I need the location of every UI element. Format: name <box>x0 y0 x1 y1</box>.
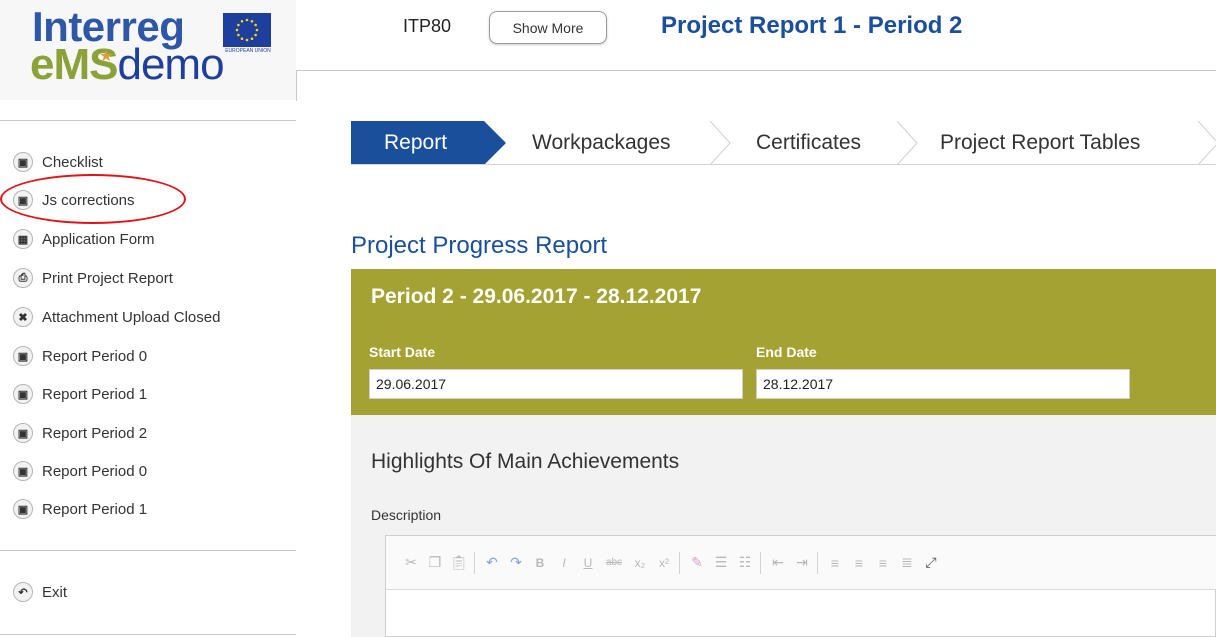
cut-icon[interactable]: ✂ <box>402 552 420 574</box>
redo-icon[interactable]: ↷ <box>507 552 525 574</box>
italic-icon[interactable]: I <box>555 552 573 574</box>
tab-report-arrow <box>484 121 506 165</box>
strikethrough-icon[interactable]: abc <box>603 552 625 574</box>
tab-report[interactable]: Report <box>351 121 484 165</box>
bold-icon[interactable]: B <box>531 552 549 574</box>
chevron-right-icon <box>896 121 918 165</box>
undo-icon[interactable]: ↶ <box>483 552 501 574</box>
page-title: Project Report 1 - Period 2 <box>661 12 963 39</box>
toolbar-separator <box>679 551 680 574</box>
highlights-title: Highlights Of Main Achievements <box>371 450 680 473</box>
tab-workpackages[interactable]: Workpackages <box>532 121 671 165</box>
sidebar-item-checklist[interactable]: ▣ Checklist <box>13 148 103 176</box>
chevron-right-icon <box>1197 121 1216 165</box>
document-icon: ▣ <box>13 152 33 172</box>
maximize-icon[interactable]: ⤢ <box>922 552 940 574</box>
briefcase-icon: ▦ <box>13 229 33 249</box>
sidebar-item-application-form[interactable]: ▦ Application Form <box>13 225 155 253</box>
document-icon: ▣ <box>13 346 33 366</box>
undo-icon: ↶ <box>13 582 33 602</box>
sidebar-item-report-period-0[interactable]: ▣ Report Period 0 <box>13 342 147 370</box>
bulleted-list-icon[interactable]: ☷ <box>736 552 754 574</box>
align-left-icon[interactable]: ≡ <box>826 552 844 574</box>
tabs-bottom-border <box>351 164 1216 165</box>
end-date-field[interactable] <box>756 369 1130 399</box>
outdent-icon[interactable]: ⇤ <box>769 552 787 574</box>
document-icon: ▣ <box>13 499 33 519</box>
justify-icon[interactable]: ≣ <box>898 552 916 574</box>
section-title: Project Progress Report <box>351 232 608 259</box>
copy-icon[interactable]: ❐ <box>426 552 444 574</box>
description-label: Description <box>371 507 442 523</box>
sidebar-item-attachment-upload-closed[interactable]: ✖ Attachment Upload Closed <box>13 303 220 331</box>
indent-icon[interactable]: ⇥ <box>793 552 811 574</box>
eu-caption: EUROPEAN UNION <box>225 48 271 54</box>
underline-icon[interactable]: U <box>579 552 597 574</box>
numbered-list-icon[interactable]: ☰ <box>712 552 730 574</box>
sidebar-item-report-period-1-b[interactable]: ▣ Report Period 1 <box>13 495 147 523</box>
toolbar-separator <box>817 551 818 574</box>
chevron-right-icon <box>709 121 731 165</box>
printer-icon: ⎙ <box>13 268 33 288</box>
clear-format-icon[interactable]: ✎ <box>688 552 706 574</box>
project-code: ITP80 <box>403 16 452 36</box>
paste-icon[interactable]: 📋︎ <box>450 552 468 574</box>
period-title: Period 2 - 29.06.2017 - 28.12.2017 <box>371 285 702 308</box>
highlight-annotation-ellipse <box>0 174 186 224</box>
header-vertical-divider <box>296 70 297 101</box>
editor-toolbar: ✂ ❐ 📋︎ ↶ ↷ B I U abc x₂ x² ✎ ☰ ☷ ⇤ ⇥ ≡ ≡… <box>386 536 1216 590</box>
header-divider <box>296 70 1216 71</box>
align-center-icon[interactable]: ≡ <box>850 552 868 574</box>
end-date-label: End Date <box>756 344 817 360</box>
toolbar-separator <box>760 551 761 574</box>
sidebar-item-report-period-0-b[interactable]: ▣ Report Period 0 <box>13 457 147 485</box>
sidebar-item-report-period-1[interactable]: ▣ Report Period 1 <box>13 380 147 408</box>
logo-star-icon: ★ <box>99 48 114 65</box>
close-icon: ✖ <box>13 307 33 327</box>
subscript-icon[interactable]: x₂ <box>631 552 649 574</box>
sidebar-item-report-period-2[interactable]: ▣ Report Period 2 <box>13 419 147 447</box>
ems-demo-logo-text: eMSdemo <box>30 40 225 89</box>
sidebar-item-print-project-report[interactable]: ⎙ Print Project Report <box>13 264 173 292</box>
sidebar-item-exit[interactable]: ↶ Exit <box>13 578 67 606</box>
start-date-field[interactable] <box>369 369 743 399</box>
align-right-icon[interactable]: ≡ <box>874 552 892 574</box>
sidebar-divider-top <box>0 120 296 121</box>
report-tabs: Report Workpackages Certificates Project… <box>351 121 1216 165</box>
tab-certificates[interactable]: Certificates <box>756 121 861 165</box>
toolbar-separator <box>474 551 475 574</box>
sidebar-divider-bottom <box>0 634 296 635</box>
document-icon: ▣ <box>13 384 33 404</box>
tab-project-report-tables[interactable]: Project Report Tables <box>940 121 1140 165</box>
eu-flag-icon <box>223 13 271 47</box>
document-icon: ▣ <box>13 423 33 443</box>
sidebar-divider-middle <box>0 550 296 551</box>
document-icon: ▣ <box>13 461 33 481</box>
show-more-button[interactable]: Show More <box>489 11 607 44</box>
editor-content-area[interactable] <box>386 591 1216 637</box>
superscript-icon[interactable]: x² <box>655 552 673 574</box>
start-date-label: Start Date <box>369 344 436 360</box>
